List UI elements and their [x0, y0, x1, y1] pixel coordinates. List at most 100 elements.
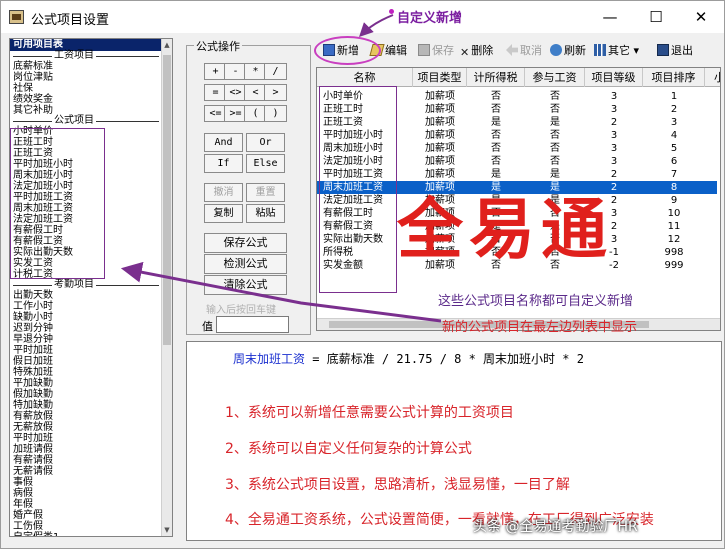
- list-item[interactable]: 无薪放假: [10, 422, 162, 433]
- list-group-separator[interactable]: 公式项目: [10, 116, 162, 126]
- clear-formula-button[interactable]: 清除公式: [204, 275, 287, 295]
- list-group-label: 工资项目: [52, 50, 96, 61]
- list-item[interactable]: 绩效奖金: [10, 94, 162, 105]
- copy-button[interactable]: 复制: [204, 204, 243, 223]
- op-if-button[interactable]: If: [204, 154, 243, 173]
- table-cell: 否: [491, 143, 501, 154]
- table-cell: 加薪项: [425, 91, 455, 102]
- annotation-left-list: 新的公式项目在最左边列表中显示: [442, 320, 638, 335]
- column-header[interactable]: 名称: [317, 68, 413, 87]
- delete-icon: ✕: [460, 46, 470, 59]
- list-item[interactable]: 事假: [10, 477, 162, 488]
- op-close-paren-button[interactable]: ): [264, 105, 287, 122]
- list-group-label: 考勤项目: [52, 279, 96, 290]
- table-cell: 否: [491, 156, 501, 167]
- delete-label: 删除: [471, 44, 494, 57]
- available-items-list[interactable]: 可用项目表 工资项目 底薪标准 岗位津贴 社保 绩效奖金 其它补助 公式项目 小时单价 正班工时正…: [9, 38, 173, 537]
- column-header[interactable]: 项目类型: [413, 68, 467, 87]
- window-title: 公式项目设置: [31, 13, 110, 28]
- list-item[interactable]: 平时加班: [10, 433, 162, 444]
- available-items-listbox[interactable]: 可用项目表 工资项目 底薪标准 岗位津贴 社保 绩效奖金 其它补助 公式项目 小时单价 正班工时正…: [10, 39, 162, 536]
- refresh-icon: [550, 44, 562, 56]
- save-button[interactable]: 保存: [418, 41, 454, 61]
- op-else-button[interactable]: Else: [246, 154, 285, 173]
- save-formula-button[interactable]: 保存公式: [204, 233, 287, 253]
- check-formula-button[interactable]: 检测公式: [204, 254, 287, 274]
- list-item[interactable]: 有薪请假: [10, 455, 162, 466]
- table-cell: 3: [610, 91, 618, 102]
- list-item[interactable]: 工伤假: [10, 521, 162, 532]
- list-item[interactable]: 岗位津贴: [10, 72, 162, 83]
- list-item[interactable]: 底薪标准: [10, 61, 162, 72]
- list-item[interactable]: 自定假类1: [10, 532, 162, 536]
- table-cell: 6: [670, 156, 678, 167]
- table-cell: 是: [491, 117, 501, 128]
- table-cell: 否: [550, 130, 560, 141]
- list-group-separator[interactable]: 考勤项目: [10, 280, 162, 290]
- redo-button[interactable]: 重置: [246, 183, 285, 202]
- table-cell: 3: [610, 104, 618, 115]
- op-and-button[interactable]: And: [204, 133, 243, 152]
- column-header[interactable]: 项目等级: [585, 68, 643, 87]
- scroll-down-arrow-icon[interactable]: ▼: [162, 524, 172, 536]
- scroll-thumb[interactable]: [163, 55, 171, 345]
- table-cell: 加薪项: [425, 104, 455, 115]
- scroll-up-arrow-icon[interactable]: ▲: [162, 39, 172, 51]
- other-button[interactable]: 其它 ▾: [594, 41, 639, 61]
- list-item[interactable]: 年假: [10, 499, 162, 510]
- column-header[interactable]: 参与工资: [525, 68, 585, 87]
- left-list-scrollbar[interactable]: ▲ ▼: [161, 39, 172, 536]
- chart-icon: [594, 44, 606, 56]
- callout-custom-add: 自定义新增: [397, 11, 463, 26]
- op-divide-button[interactable]: /: [264, 63, 287, 80]
- list-item[interactable]: 无薪请假: [10, 466, 162, 477]
- list-item[interactable]: 工作小时: [10, 301, 162, 312]
- maximize-button[interactable]: ☐: [633, 1, 679, 33]
- close-button[interactable]: ✕: [678, 1, 724, 33]
- table-cell: 加薪项: [425, 156, 455, 167]
- list-item[interactable]: 社保: [10, 83, 162, 94]
- exit-button[interactable]: 退出: [657, 41, 693, 61]
- cancel-button[interactable]: 取消: [506, 41, 542, 61]
- list-item[interactable]: 早退分钟: [10, 334, 162, 345]
- save-label: 保存: [432, 44, 454, 57]
- column-header[interactable]: 小: [705, 68, 720, 87]
- list-item[interactable]: 假日加班: [10, 356, 162, 367]
- formula-editor[interactable]: 周末加班工资 = 底薪标准 / 21.75 / 8 * 周末加班小时 * 2 1…: [186, 341, 722, 541]
- list-item[interactable]: 特殊加班: [10, 367, 162, 378]
- table-cell: 5: [670, 143, 678, 154]
- undo-button[interactable]: 撤消: [204, 183, 243, 202]
- list-item[interactable]: 出勤天数: [10, 290, 162, 301]
- callout-dot: [389, 9, 394, 14]
- note-3: 3、系统公式项目设置，思路清析，浅显易懂，一目了解: [225, 477, 570, 493]
- list-item[interactable]: 加班请假: [10, 444, 162, 455]
- value-label: 值: [202, 320, 213, 333]
- list-item[interactable]: 平时加班: [10, 345, 162, 356]
- highlight-ellipse: [314, 36, 381, 65]
- footer-watermark: 头条 @全易通考勤验厂HR: [473, 519, 638, 535]
- list-item[interactable]: 假加缺勤: [10, 389, 162, 400]
- list-item[interactable]: 病假: [10, 488, 162, 499]
- value-input[interactable]: [216, 316, 289, 333]
- op-greater-button[interactable]: >: [264, 84, 287, 101]
- table-cell: 否: [550, 143, 560, 154]
- table-cell: 3: [610, 156, 618, 167]
- column-header[interactable]: 计所得税: [467, 68, 525, 87]
- list-item[interactable]: 婚产假: [10, 510, 162, 521]
- list-item[interactable]: 有薪放假: [10, 411, 162, 422]
- delete-button[interactable]: ✕ 删除: [460, 41, 493, 61]
- list-group-separator[interactable]: 工资项目: [10, 51, 162, 61]
- exit-icon: [657, 44, 669, 56]
- minimize-button[interactable]: —: [587, 1, 633, 33]
- list-item[interactable]: 平加缺勤: [10, 378, 162, 389]
- list-item[interactable]: 迟到分钟: [10, 323, 162, 334]
- formula-ops-title: 公式操作: [194, 38, 242, 54]
- column-header[interactable]: 项目排序: [643, 68, 705, 87]
- table-cell: 加薪项: [425, 117, 455, 128]
- paste-button[interactable]: 粘贴: [246, 204, 285, 223]
- list-item[interactable]: 缺勤小时: [10, 312, 162, 323]
- op-or-button[interactable]: Or: [246, 133, 285, 152]
- list-item[interactable]: 特加缺勤: [10, 400, 162, 411]
- brand-watermark: 全易通: [397, 190, 613, 268]
- refresh-button[interactable]: 刷新: [550, 41, 586, 61]
